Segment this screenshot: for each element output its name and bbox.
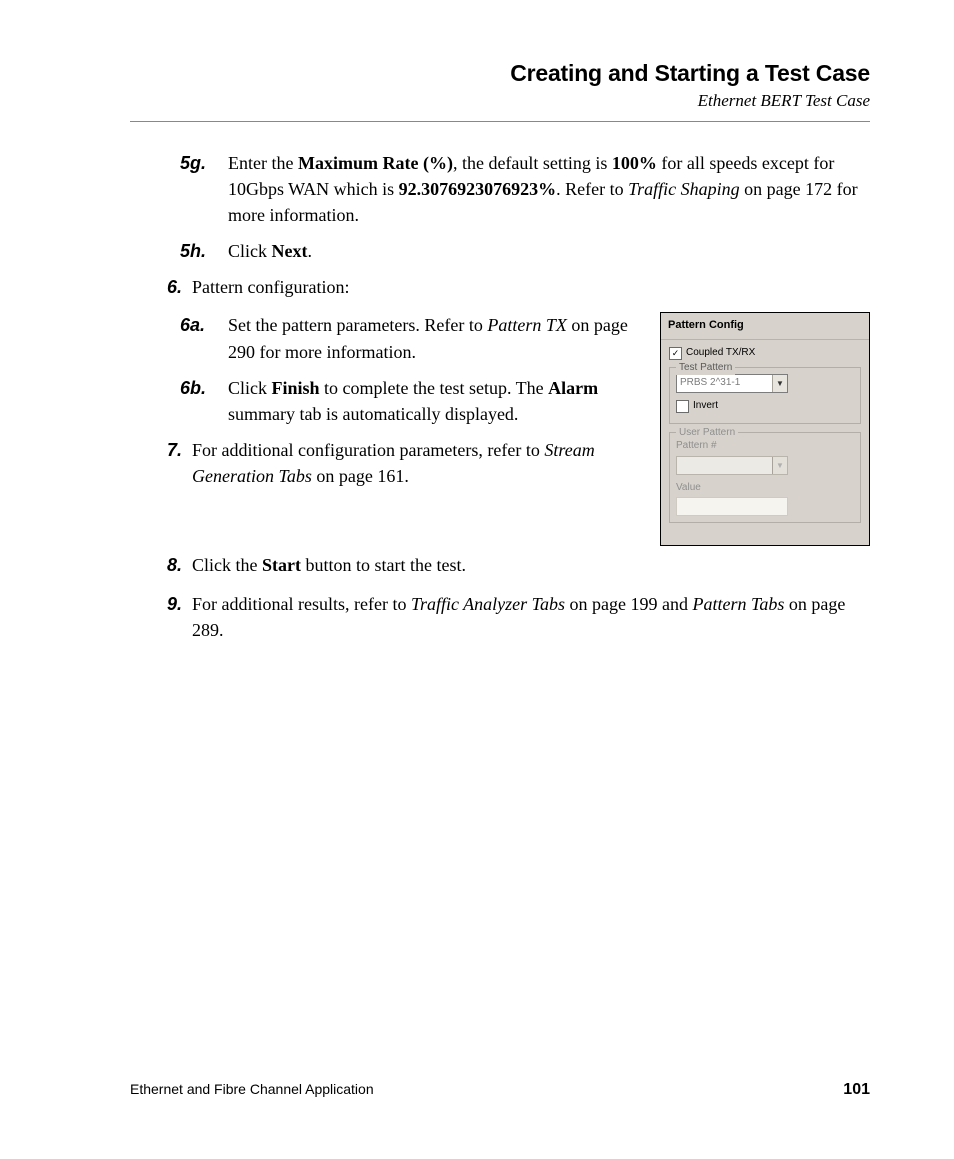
test-pattern-legend: Test Pattern bbox=[676, 361, 735, 376]
step-text-6a: Set the pattern parameters. Refer to Pat… bbox=[228, 312, 644, 364]
page-number: 101 bbox=[843, 1081, 870, 1099]
step-num-5g: 5g. bbox=[180, 150, 228, 228]
pattern-num-dropdown: ▼ bbox=[676, 456, 788, 475]
step-text-8: Click the Start button to start the test… bbox=[192, 552, 870, 578]
t: Enter the bbox=[228, 153, 298, 173]
t: . bbox=[307, 241, 312, 261]
t: Alarm bbox=[548, 378, 598, 398]
step-text-9: For additional results, refer to Traffic… bbox=[192, 591, 870, 643]
pattern-num-value bbox=[677, 457, 772, 474]
t: Click bbox=[228, 241, 272, 261]
step-num-7: 7. bbox=[130, 437, 192, 489]
t: Traffic Shaping bbox=[628, 179, 740, 199]
step-num-5h: 5h. bbox=[180, 238, 228, 264]
t: Start bbox=[262, 555, 301, 575]
section-subtitle: Ethernet BERT Test Case bbox=[130, 91, 870, 111]
user-pattern-group: User Pattern Pattern # ▼ Value bbox=[669, 432, 861, 523]
value-field bbox=[676, 497, 788, 516]
t: on page 199 and bbox=[565, 594, 692, 614]
step-num-9: 9. bbox=[130, 591, 192, 643]
pattern-config-panel: Pattern Config ✓ Coupled TX/RX Test Patt… bbox=[660, 312, 870, 546]
t: Pattern TX bbox=[487, 315, 567, 335]
step-text-7: For additional configuration parameters,… bbox=[192, 437, 644, 489]
test-pattern-group: Test Pattern PRBS 2^31-1 ▼ Invert bbox=[669, 367, 861, 425]
test-pattern-value: PRBS 2^31-1 bbox=[677, 375, 772, 392]
step-num-6a: 6a. bbox=[180, 312, 228, 364]
t: Click the bbox=[192, 555, 262, 575]
value-label: Value bbox=[676, 481, 854, 496]
step-text-6b: Click Finish to complete the test setup.… bbox=[228, 375, 644, 427]
t: on page 161. bbox=[312, 466, 409, 486]
step-text-6: Pattern configuration: bbox=[192, 274, 870, 300]
step-num-6: 6. bbox=[130, 274, 192, 300]
t: Click bbox=[228, 378, 272, 398]
t: For additional configuration parameters,… bbox=[192, 440, 544, 460]
t: Finish bbox=[272, 378, 320, 398]
user-pattern-legend: User Pattern bbox=[676, 426, 738, 441]
t: . Refer to bbox=[556, 179, 628, 199]
t: 100% bbox=[612, 153, 657, 173]
t: Pattern Tabs bbox=[692, 594, 784, 614]
step-num-6b: 6b. bbox=[180, 375, 228, 427]
t: button to start the test. bbox=[301, 555, 466, 575]
coupled-label: Coupled TX/RX bbox=[686, 346, 755, 361]
header-rule bbox=[130, 121, 870, 122]
t: Maximum Rate (%) bbox=[298, 153, 453, 173]
t: Next bbox=[272, 241, 308, 261]
invert-checkbox[interactable]: Invert bbox=[676, 399, 854, 414]
t: Traffic Analyzer Tabs bbox=[411, 594, 565, 614]
invert-label: Invert bbox=[693, 399, 718, 414]
footer-title: Ethernet and Fibre Channel Application bbox=[130, 1081, 374, 1099]
chevron-down-icon: ▼ bbox=[772, 457, 787, 474]
coupled-txrx-checkbox[interactable]: ✓ Coupled TX/RX bbox=[669, 346, 861, 361]
checkbox-icon: ✓ bbox=[669, 347, 682, 360]
t: For additional results, refer to bbox=[192, 594, 411, 614]
pattern-num-label: Pattern # bbox=[676, 439, 854, 454]
t: summary tab is automatically displayed. bbox=[228, 404, 518, 424]
section-title: Creating and Starting a Test Case bbox=[130, 60, 870, 87]
chevron-down-icon: ▼ bbox=[772, 375, 787, 392]
step-text-5h: Click Next. bbox=[228, 238, 870, 264]
checkbox-icon bbox=[676, 400, 689, 413]
t: 92.3076923076923% bbox=[399, 179, 557, 199]
t: Set the pattern parameters. Refer to bbox=[228, 315, 487, 335]
t: to complete the test setup. The bbox=[320, 378, 549, 398]
step-text-5g: Enter the Maximum Rate (%), the default … bbox=[228, 150, 870, 228]
page-header: Creating and Starting a Test Case Ethern… bbox=[130, 60, 870, 122]
test-pattern-dropdown[interactable]: PRBS 2^31-1 ▼ bbox=[676, 374, 788, 393]
panel-title: Pattern Config bbox=[661, 313, 869, 340]
t: , the default setting is bbox=[453, 153, 612, 173]
step-num-8: 8. bbox=[130, 552, 192, 578]
page-footer: Ethernet and Fibre Channel Application 1… bbox=[130, 1081, 870, 1099]
